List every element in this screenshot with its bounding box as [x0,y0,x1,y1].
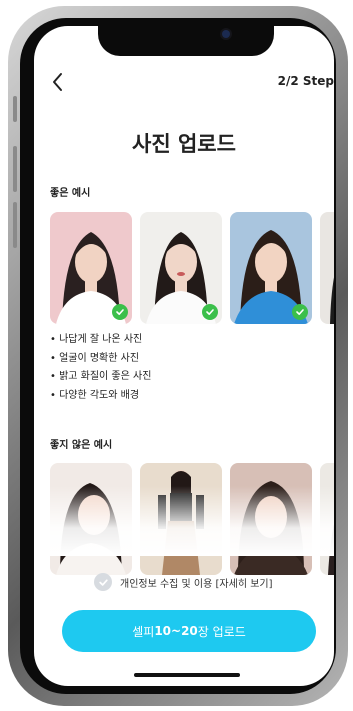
good-examples-label: 좋은 예시 [50,188,91,199]
consent-checkbox[interactable]: 개인정보 수집 및 이용 [자세히 보기] [94,573,273,591]
volume-down-button [13,202,17,248]
notch [98,26,274,56]
tip-item: 얼굴이 명확한 사진 [50,350,151,369]
front-camera [222,30,230,38]
consent-label[interactable]: 개인정보 수집 및 이용 [자세히 보기] [120,575,273,590]
check-icon [112,304,128,320]
good-photo-3 [230,212,312,324]
volume-up-button [13,146,17,192]
good-examples-tips: 나답게 잘 나온 사진 얼굴이 명확한 사진 밝고 화질이 좋은 사진 다양한 … [50,331,151,405]
check-icon [292,304,308,320]
upload-button-suffix: 장 업로드 [197,624,246,639]
tip-item: 다양한 각도와 배경 [50,387,151,406]
good-photo-4-partial [320,212,334,324]
upload-button-count: 10~20 [154,624,198,638]
upload-selfies-button[interactable]: 셀피 10~20 장 업로드 [62,610,316,652]
tip-item: 나답게 잘 나온 사진 [50,331,151,350]
good-examples-gallery [50,212,334,324]
bad-examples-label: 좋지 않은 예시 [50,440,113,451]
check-icon [202,304,218,320]
page-title: 사진 업로드 [132,132,236,156]
chevron-left-icon[interactable] [48,70,68,94]
good-photo-1 [50,212,132,324]
gallery-fade [34,486,334,556]
upload-button-prefix: 셀피 [132,624,155,639]
mute-switch [13,96,17,122]
good-photo-2 [140,212,222,324]
step-indicator: 2/2 Step [277,74,334,88]
tip-item: 밝고 화질이 좋은 사진 [50,368,151,387]
home-indicator [134,673,240,677]
app-screen: 2/2 Step 사진 업로드 좋은 예시 • 나답게 잘 나온 사진 • 얼굴… [34,26,334,686]
check-icon[interactable] [94,573,112,591]
